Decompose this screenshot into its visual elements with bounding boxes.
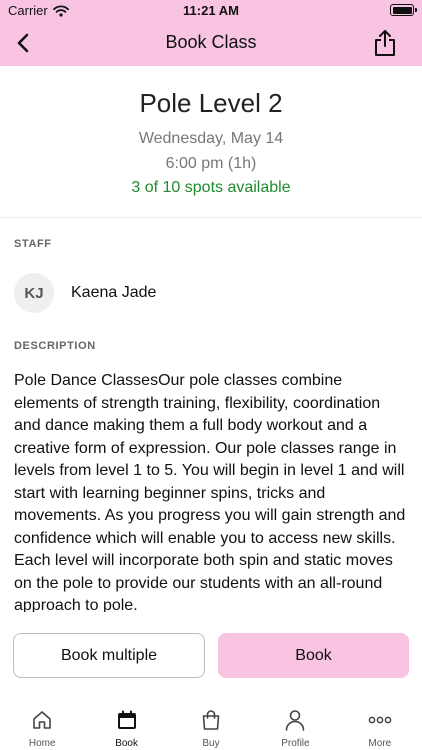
more-icon bbox=[368, 708, 392, 732]
page-title: Book Class bbox=[165, 32, 257, 52]
tab-book[interactable]: Book bbox=[84, 700, 168, 750]
share-icon bbox=[375, 30, 395, 56]
book-multiple-button[interactable]: Book multiple bbox=[13, 633, 205, 678]
class-date: Wednesday, May 14 bbox=[138, 130, 284, 147]
tab-profile[interactable]: Profile bbox=[253, 700, 337, 750]
staff-row[interactable]: KJ Kaena Jade bbox=[14, 272, 408, 314]
staff-section-label: STAFF bbox=[14, 238, 52, 250]
tab-profile-label: Profile bbox=[281, 738, 310, 749]
spots-available: 3 of 10 spots available bbox=[131, 179, 291, 196]
tab-more-label: More bbox=[368, 738, 392, 749]
tab-book-label: Book bbox=[115, 738, 138, 749]
book-button[interactable]: Book bbox=[218, 633, 409, 678]
share-button[interactable] bbox=[370, 27, 400, 59]
tab-bar: Home Book Buy Profile More bbox=[0, 700, 422, 750]
tab-home[interactable]: Home bbox=[0, 700, 84, 750]
clock: 11:21 AM bbox=[183, 3, 239, 18]
tab-home-label: Home bbox=[28, 738, 56, 749]
avatar: KJ bbox=[14, 273, 54, 313]
tab-more[interactable]: More bbox=[338, 700, 422, 750]
person-icon bbox=[283, 708, 307, 732]
battery-icon bbox=[390, 4, 417, 16]
shopping-bag-icon bbox=[199, 708, 223, 732]
class-description: Pole Dance ClassesOur pole classes combi… bbox=[14, 372, 406, 612]
status-bar: Carrier 11:21 AM bbox=[0, 0, 422, 20]
description-section-label: DESCRIPTION bbox=[14, 340, 96, 352]
class-time: 6:00 pm (1h) bbox=[165, 155, 257, 172]
nav-bar: Book Class bbox=[0, 20, 422, 66]
staff-name: Kaena Jade bbox=[71, 284, 157, 301]
class-name: Pole Level 2 bbox=[139, 88, 283, 118]
tab-buy-label: Buy bbox=[202, 738, 220, 749]
home-icon bbox=[30, 708, 54, 732]
class-header: Pole Level 2 Wednesday, May 14 6:00 pm (… bbox=[0, 66, 422, 218]
calendar-icon bbox=[115, 708, 139, 732]
tab-buy[interactable]: Buy bbox=[169, 700, 253, 750]
